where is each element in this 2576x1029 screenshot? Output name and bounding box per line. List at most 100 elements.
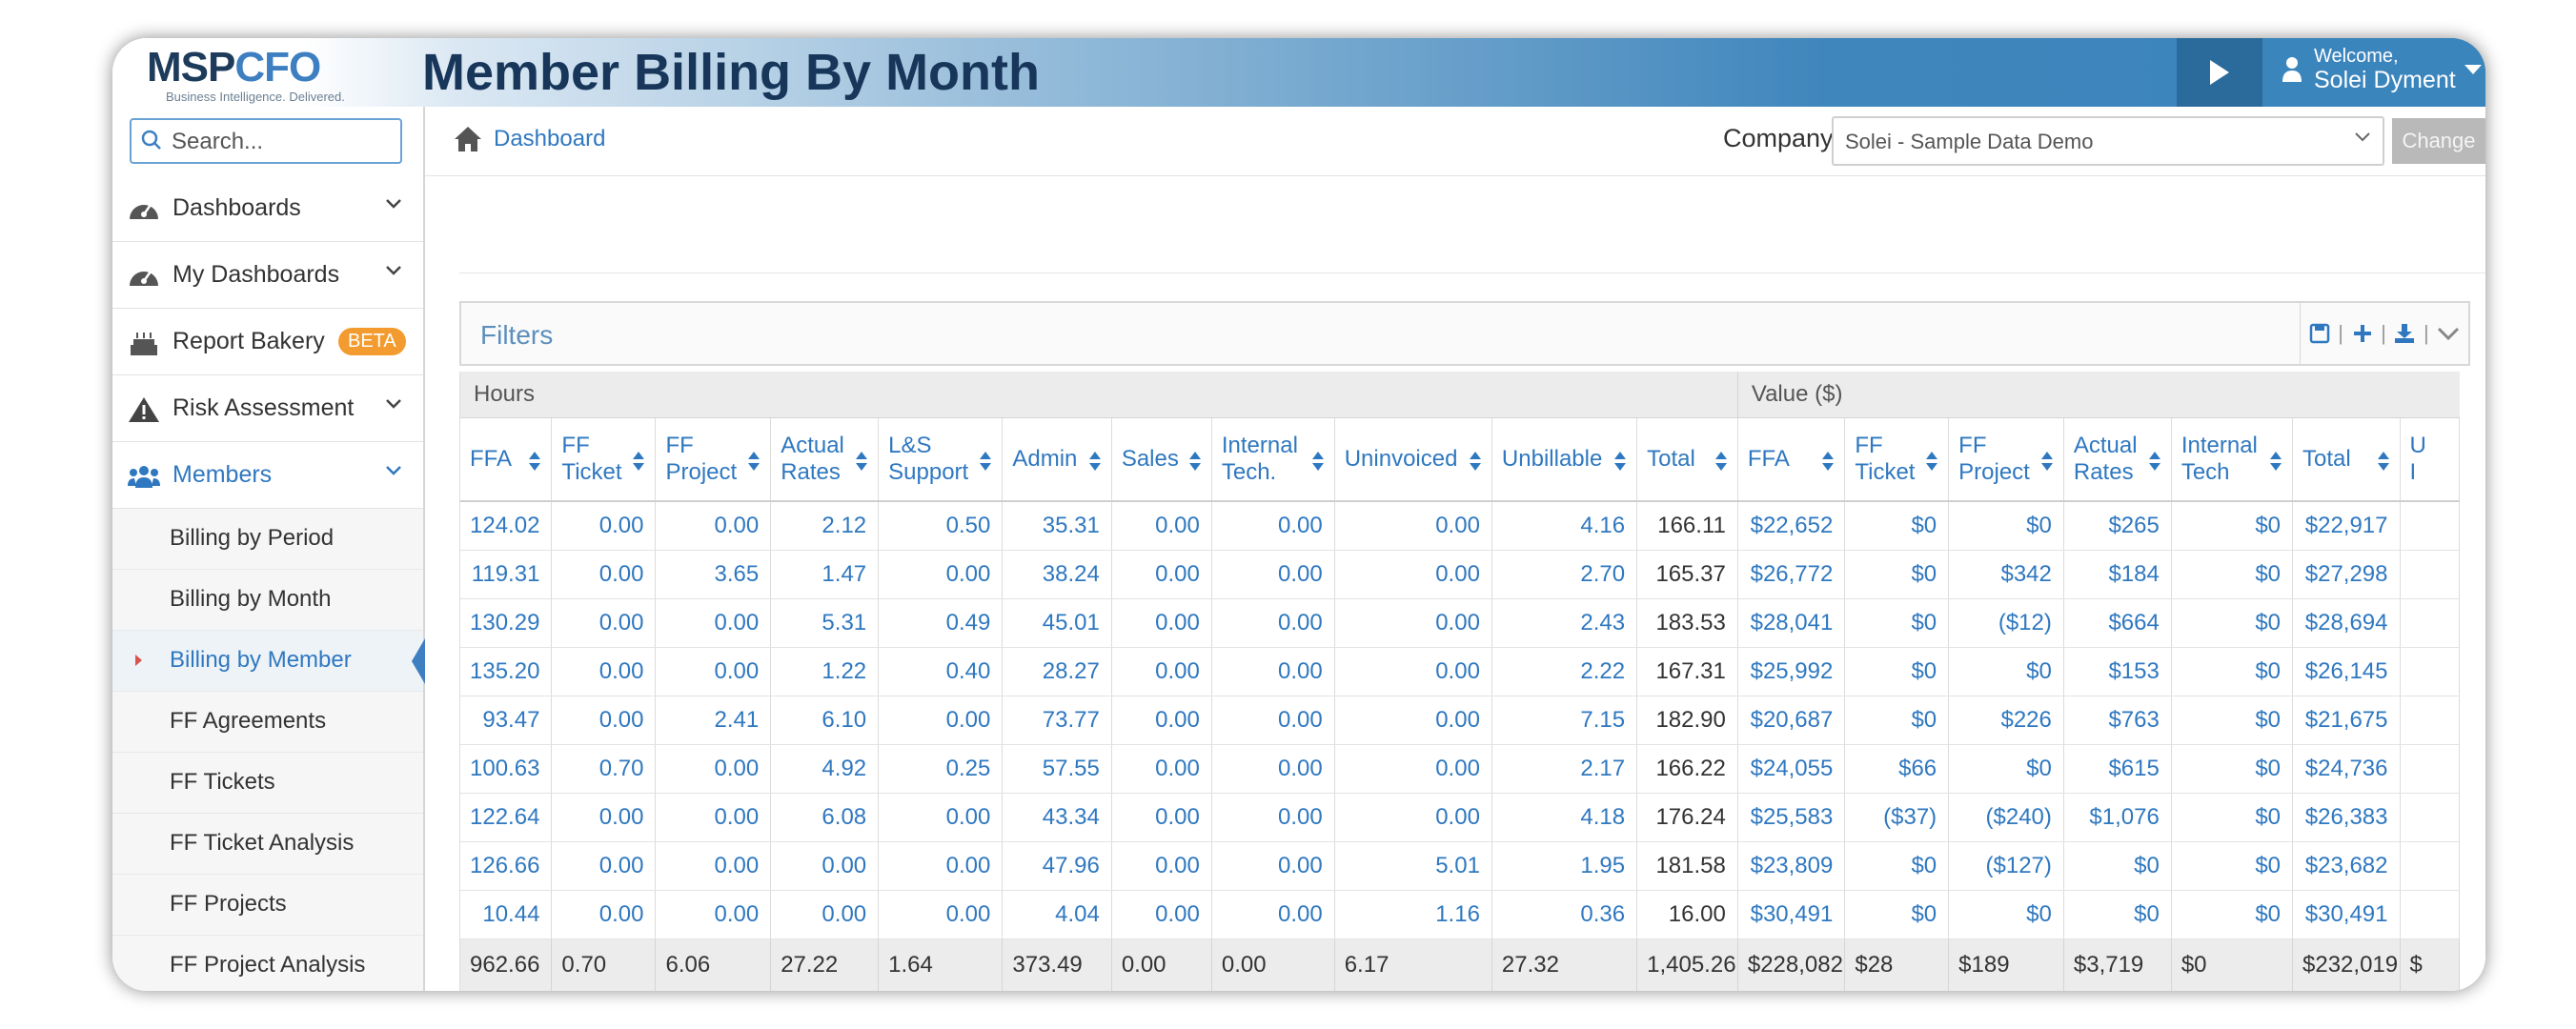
table-cell[interactable]: 0.50 bbox=[878, 501, 1004, 551]
table-cell[interactable]: 0.00 bbox=[655, 501, 772, 551]
table-row[interactable]: 10.44 0.00 0.00 0.00 0.00 4.04 0.00 0.00 1.16 0.3… bbox=[460, 890, 2460, 939]
table-row[interactable]: 93.47 0.00 2.41 6.10 0.00 73.77 0.00 0.00 0.00 7.… bbox=[460, 696, 2460, 745]
table-cell[interactable]: 28.27 bbox=[1002, 647, 1112, 696]
table-cell[interactable]: $0 bbox=[2063, 841, 2172, 891]
table-cell[interactable]: 130.29 bbox=[460, 598, 553, 648]
column-header[interactable]: Total bbox=[1636, 417, 1738, 502]
table-row[interactable]: 124.02 0.00 0.00 2.12 0.50 35.31 0.00 0.00 0.00 4… bbox=[460, 501, 2460, 551]
table-row[interactable]: 135.20 0.00 0.00 1.22 0.40 28.27 0.00 0.00 0.00 2… bbox=[460, 647, 2460, 696]
table-cell[interactable]: 1.16 bbox=[1334, 890, 1492, 939]
table-cell[interactable]: 2.17 bbox=[1491, 744, 1638, 794]
table-cell[interactable]: 4.18 bbox=[1491, 793, 1638, 842]
sidebar-item-report-bakery[interactable]: Report Bakery BETA bbox=[112, 309, 423, 375]
table-cell[interactable]: 0.00 bbox=[1334, 598, 1492, 648]
table-cell[interactable]: 0.00 bbox=[770, 841, 880, 891]
table-cell[interactable]: 2.41 bbox=[655, 696, 772, 745]
table-cell[interactable]: 0.00 bbox=[551, 890, 657, 939]
table-cell[interactable]: 2.12 bbox=[770, 501, 880, 551]
table-cell[interactable]: 4.16 bbox=[1491, 501, 1638, 551]
table-cell[interactable]: 0.25 bbox=[878, 744, 1004, 794]
table-cell[interactable]: $0 bbox=[2171, 598, 2294, 648]
sidebar-item-my-dashboards[interactable]: My Dashboards bbox=[112, 242, 423, 309]
sort-icon[interactable] bbox=[747, 451, 761, 472]
table-cell[interactable]: 100.63 bbox=[460, 744, 553, 794]
table-cell[interactable]: 0.00 bbox=[878, 696, 1004, 745]
table-cell[interactable]: 43.34 bbox=[1002, 793, 1112, 842]
logo[interactable]: MSPCFO Business Intelligence. Delivered. bbox=[147, 38, 385, 107]
table-cell[interactable]: 0.00 bbox=[551, 550, 657, 599]
table-cell[interactable]: 45.01 bbox=[1002, 598, 1112, 648]
sub-item-ff-ticket-analysis[interactable]: FF Ticket Analysis bbox=[112, 814, 423, 875]
table-cell[interactable]: 135.20 bbox=[460, 647, 553, 696]
table-cell[interactable]: $28,041 bbox=[1737, 598, 1846, 648]
table-cell[interactable]: $153 bbox=[2063, 647, 2172, 696]
table-cell[interactable]: 0.00 bbox=[1334, 647, 1492, 696]
table-cell[interactable]: 35.31 bbox=[1002, 501, 1112, 551]
column-header[interactable]: FF Project bbox=[655, 417, 772, 502]
table-row[interactable]: 122.64 0.00 0.00 6.08 0.00 43.34 0.00 0.00 0.00 4… bbox=[460, 793, 2460, 842]
column-header[interactable]: FF Project bbox=[1948, 417, 2064, 502]
table-row[interactable]: 130.29 0.00 0.00 5.31 0.49 45.01 0.00 0.00 0.00 2… bbox=[460, 598, 2460, 648]
table-row[interactable]: 119.31 0.00 3.65 1.47 0.00 38.24 0.00 0.00 0.00 2… bbox=[460, 550, 2460, 599]
table-cell[interactable]: 4.92 bbox=[770, 744, 880, 794]
table-cell[interactable]: 3.65 bbox=[655, 550, 772, 599]
table-cell[interactable]: $226 bbox=[1948, 696, 2064, 745]
table-cell[interactable]: 0.00 bbox=[1211, 501, 1335, 551]
column-header[interactable]: FFA bbox=[1737, 417, 1846, 502]
column-header[interactable]: Actual Rates bbox=[770, 417, 880, 502]
table-cell[interactable]: 0.36 bbox=[1491, 890, 1638, 939]
column-header[interactable]: Internal Tech bbox=[2171, 417, 2294, 502]
table-cell[interactable]: $0 bbox=[1948, 501, 2064, 551]
table-cell[interactable]: ($37) bbox=[1844, 793, 1950, 842]
search-input[interactable] bbox=[170, 126, 393, 158]
sort-icon[interactable] bbox=[1925, 451, 1938, 472]
table-cell[interactable]: 126.66 bbox=[460, 841, 553, 891]
table-cell[interactable]: 1.22 bbox=[770, 647, 880, 696]
sort-icon[interactable] bbox=[1188, 451, 1202, 472]
table-cell[interactable]: 0.00 bbox=[878, 550, 1004, 599]
table-cell[interactable]: $0 bbox=[1844, 841, 1950, 891]
table-cell[interactable]: $30,491 bbox=[1737, 890, 1846, 939]
download-icon[interactable] bbox=[2394, 323, 2415, 344]
table-cell[interactable]: 0.00 bbox=[1211, 793, 1335, 842]
table-cell[interactable]: 38.24 bbox=[1002, 550, 1112, 599]
table-cell[interactable]: 0.00 bbox=[551, 501, 657, 551]
sort-icon[interactable] bbox=[1821, 451, 1835, 472]
table-cell[interactable]: 0.00 bbox=[551, 793, 657, 842]
table-row[interactable]: 100.63 0.70 0.00 4.92 0.25 57.55 0.00 0.00 0.00 2… bbox=[460, 744, 2460, 794]
table-cell[interactable]: $1,076 bbox=[2063, 793, 2172, 842]
sort-icon[interactable] bbox=[979, 451, 992, 472]
sub-item-billing-by-period[interactable]: Billing by Period bbox=[112, 509, 423, 570]
sub-item-ff-project-analysis[interactable]: FF Project Analysis bbox=[112, 936, 423, 991]
table-cell[interactable]: 0.00 bbox=[1111, 841, 1212, 891]
sub-item-billing-by-month[interactable]: Billing by Month bbox=[112, 570, 423, 631]
table-cell[interactable]: 122.64 bbox=[460, 793, 553, 842]
user-menu[interactable]: Welcome, Solei Dyment bbox=[2264, 38, 2485, 107]
sort-icon[interactable] bbox=[1714, 451, 1728, 472]
table-cell[interactable]: 0.00 bbox=[1211, 890, 1335, 939]
column-header[interactable]: Uninvoiced bbox=[1334, 417, 1492, 502]
column-header[interactable]: Sales bbox=[1111, 417, 1212, 502]
sort-icon[interactable] bbox=[855, 451, 868, 472]
sidebar-item-dashboards[interactable]: Dashboards bbox=[112, 175, 423, 242]
table-cell[interactable]: $20,687 bbox=[1737, 696, 1846, 745]
table-cell[interactable]: $0 bbox=[2171, 647, 2294, 696]
table-cell[interactable]: 5.31 bbox=[770, 598, 880, 648]
table-cell[interactable]: $342 bbox=[1948, 550, 2064, 599]
sort-icon[interactable] bbox=[528, 451, 541, 472]
sub-item-ff-tickets[interactable]: FF Tickets bbox=[112, 753, 423, 814]
sub-item-billing-by-member[interactable]: Billing by Member bbox=[112, 631, 425, 692]
table-cell[interactable]: 4.04 bbox=[1002, 890, 1112, 939]
table-cell[interactable]: 0.00 bbox=[1111, 598, 1212, 648]
table-cell[interactable]: 0.00 bbox=[1111, 501, 1212, 551]
table-cell[interactable]: 0.00 bbox=[1334, 793, 1492, 842]
table-cell[interactable]: $0 bbox=[1948, 744, 2064, 794]
table-cell[interactable]: 0.40 bbox=[878, 647, 1004, 696]
sort-icon[interactable] bbox=[1088, 451, 1102, 472]
table-cell[interactable]: 57.55 bbox=[1002, 744, 1112, 794]
home-icon[interactable] bbox=[454, 126, 482, 152]
table-cell[interactable]: $664 bbox=[2063, 598, 2172, 648]
sidebar-item-members[interactable]: Members bbox=[112, 442, 423, 509]
sort-icon[interactable] bbox=[2040, 451, 2054, 472]
table-cell[interactable]: 0.00 bbox=[1111, 890, 1212, 939]
